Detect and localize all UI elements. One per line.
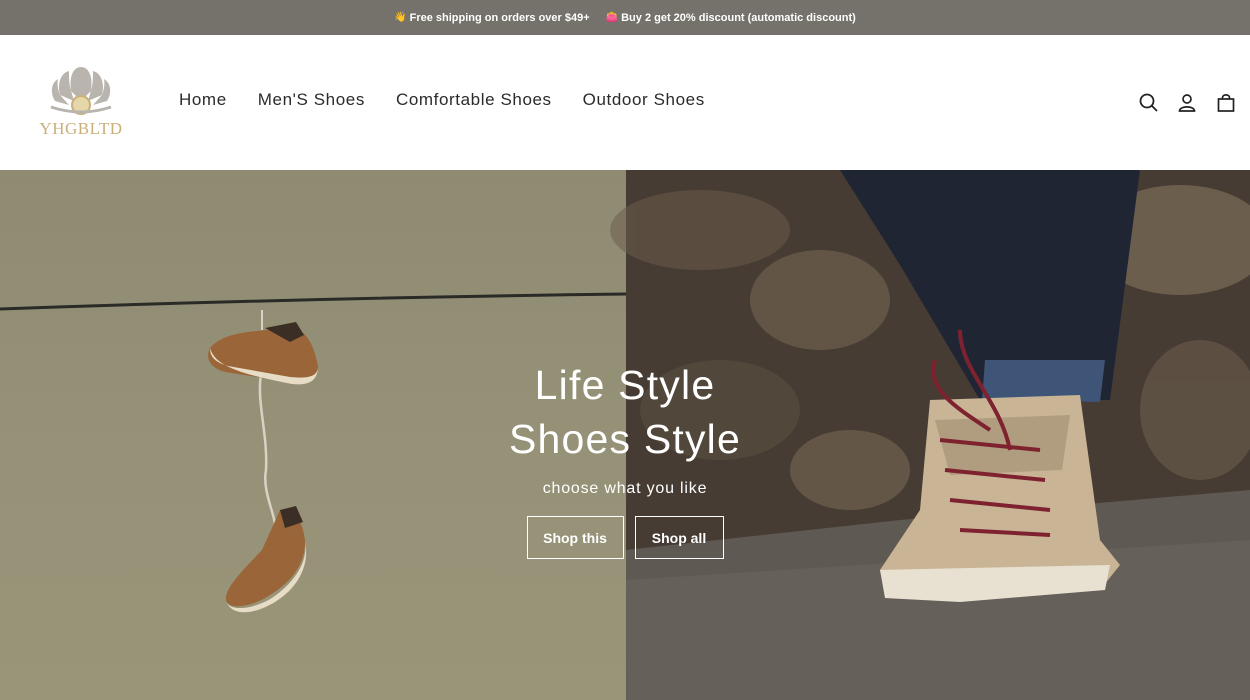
announcement-bar: 👋 Free shipping on orders over $49+ 👛 Bu… [0,0,1250,35]
site-header: YHGBLTD Home Men'S Shoes Comfortable Sho… [0,35,1250,170]
nav-home[interactable]: Home [179,90,227,110]
logo[interactable]: YHGBLTD [33,61,129,141]
logo-text: YHGBLTD [39,119,123,138]
hero-title: Life Style Shoes Style [425,358,825,466]
cart-icon[interactable] [1216,91,1236,113]
shop-all-button[interactable]: Shop all [634,516,724,559]
nav-mens-shoes[interactable]: Men'S Shoes [258,90,365,110]
hero-title-line: Life Style [534,362,716,408]
announcement-item: 👋 Free shipping on orders over $49+ [394,12,589,24]
header-icons [1138,91,1236,113]
waving-hand-icon: 👋 [394,12,407,23]
hero-buttons: Shop this Shop all [425,516,825,559]
announcement-text: Buy 2 get 20% discount (automatic discou… [621,11,856,24]
shell-logo-icon [50,67,112,115]
hero-content: Life Style Shoes Style choose what you l… [425,358,825,559]
announcement-item: 👛 Buy 2 get 20% discount (automatic disc… [606,12,856,24]
hero-banner: Life Style Shoes Style choose what you l… [0,170,1250,700]
announcement-text: Free shipping on orders over $49+ [409,11,590,24]
nav-comfortable-shoes[interactable]: Comfortable Shoes [396,90,552,110]
purse-icon: 👛 [605,12,619,23]
hero-title-line: Shoes Style [509,416,741,462]
hero-subtitle: choose what you like [542,480,708,497]
search-icon[interactable] [1138,91,1158,113]
nav-outdoor-shoes[interactable]: Outdoor Shoes [583,90,705,110]
main-nav: Home Men'S Shoes Comfortable Shoes Outdo… [179,90,705,110]
shop-this-button[interactable]: Shop this [526,516,624,559]
account-icon[interactable] [1177,91,1197,113]
